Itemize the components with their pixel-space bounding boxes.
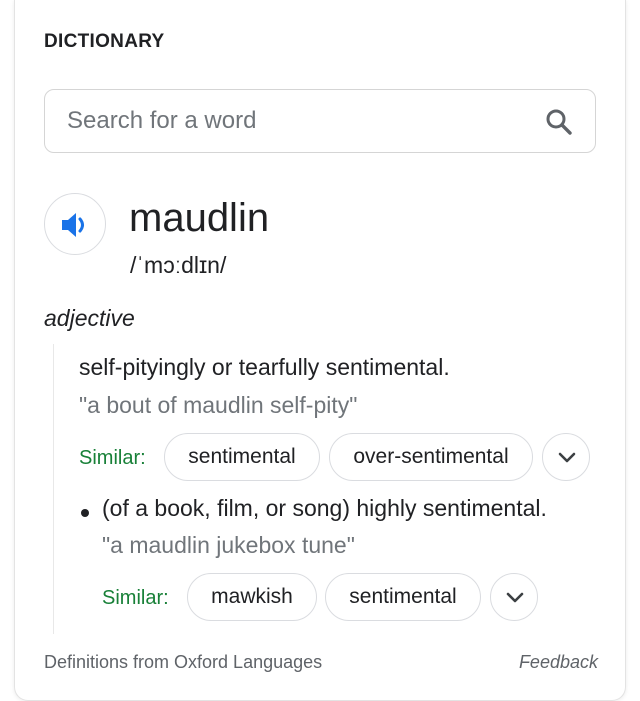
feedback-link[interactable]: Feedback — [519, 652, 598, 673]
expand-similar-button[interactable] — [542, 433, 590, 481]
similar-chip-over-sentimental[interactable]: over-sentimental — [329, 433, 533, 481]
chevron-down-icon — [506, 592, 524, 603]
phonetic-spelling: /ˈmɔːdlɪn/ — [130, 252, 227, 278]
speaker-icon — [62, 213, 84, 237]
pronunciation-audio-button[interactable] — [44, 193, 106, 255]
similar-label: Similar: — [102, 587, 169, 609]
example-text: "a maudlin jukebox tune" — [102, 532, 355, 558]
source-attribution[interactable]: Definitions from Oxford Languages — [44, 652, 322, 673]
definition-text: self-pityingly or tearfully sentimental. — [79, 354, 450, 380]
part-of-speech: adjective — [44, 305, 135, 331]
similar-chip-sentimental[interactable]: sentimental — [164, 433, 320, 481]
expand-similar-button[interactable] — [490, 573, 538, 621]
headword: maudlin — [129, 196, 270, 240]
sub-sense-bullet — [81, 509, 89, 517]
similar-chip-sentimental[interactable]: sentimental — [325, 573, 481, 621]
example-text: "a bout of maudlin self-pity" — [79, 392, 358, 418]
similar-chip-mawkish[interactable]: mawkish — [187, 573, 317, 621]
search-icon[interactable] — [545, 108, 573, 136]
search-input[interactable] — [45, 90, 547, 152]
search-box[interactable] — [44, 89, 596, 153]
sense-divider-line — [53, 344, 54, 634]
definition-text: (of a book, film, or song) highly sentim… — [102, 495, 547, 521]
card-title: DICTIONARY — [44, 31, 165, 52]
chevron-down-icon — [558, 452, 576, 463]
similar-label: Similar: — [79, 447, 146, 469]
